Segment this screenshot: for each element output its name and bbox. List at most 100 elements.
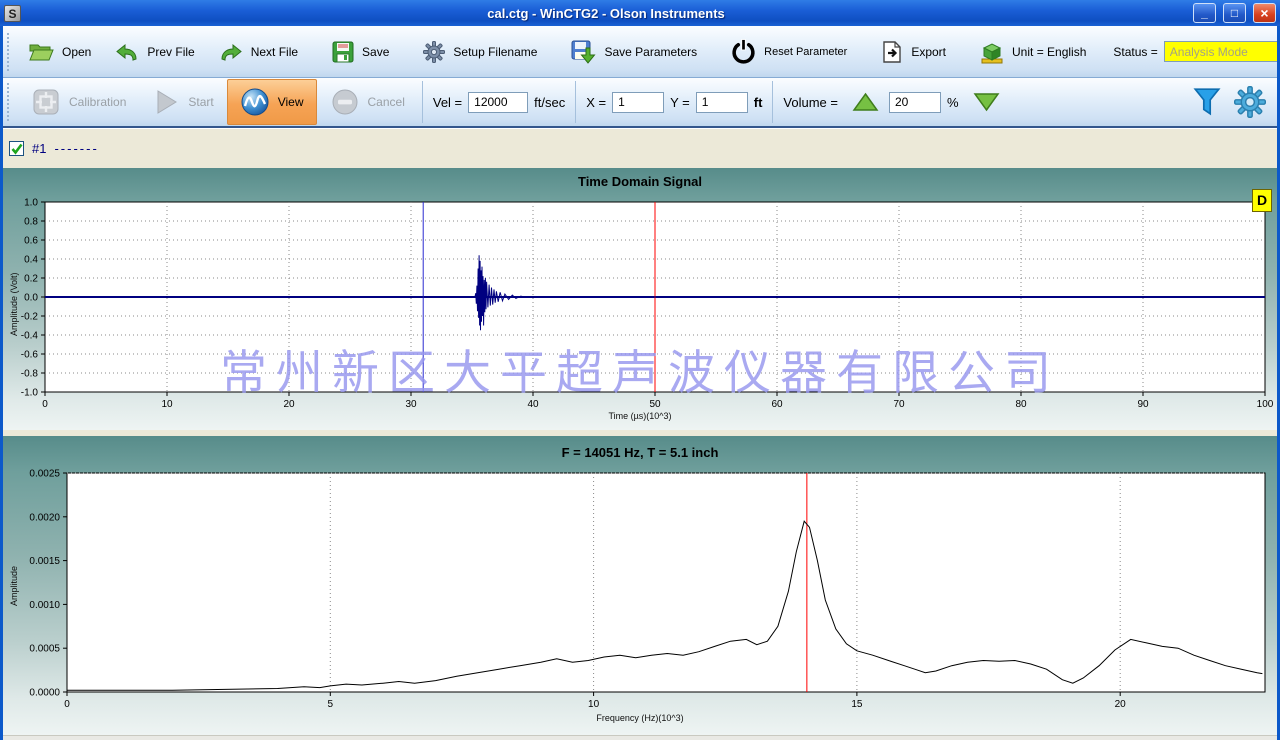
svg-text:20: 20 — [283, 399, 295, 410]
save-label: Save — [362, 45, 389, 59]
floppy-disk-icon — [332, 41, 354, 63]
save-parameters-button[interactable]: Save Parameters — [560, 36, 708, 68]
calibration-button[interactable]: Calibration — [20, 83, 137, 121]
velocity-label: Vel = — [429, 95, 466, 110]
y-label: Y = — [666, 95, 694, 110]
svg-text:70: 70 — [893, 399, 905, 410]
svg-text:0: 0 — [64, 699, 70, 710]
svg-text:0.0020: 0.0020 — [29, 512, 60, 523]
check-icon — [11, 143, 23, 155]
next-file-button[interactable]: Next File — [208, 38, 309, 66]
window-title: cal.ctg - WinCTG2 - Olson Instruments — [26, 6, 1186, 21]
bottom-strip — [0, 735, 1280, 740]
prev-file-button[interactable]: Prev File — [104, 38, 205, 66]
folder-open-icon — [28, 42, 54, 62]
time-domain-plot[interactable]: 01020304050607080901001.00.80.60.40.20.0… — [0, 168, 1280, 430]
svg-text:0.2: 0.2 — [24, 274, 38, 285]
time-domain-xlabel: Time (µs)(10^3) — [0, 411, 1280, 421]
svg-text:30: 30 — [405, 399, 417, 410]
svg-text:0.4: 0.4 — [24, 255, 38, 266]
save-parameters-label: Save Parameters — [604, 45, 697, 59]
export-label: Export — [911, 45, 946, 59]
svg-text:-0.6: -0.6 — [21, 350, 39, 361]
svg-text:-0.2: -0.2 — [21, 312, 39, 323]
curved-arrow-right-icon — [219, 42, 243, 62]
svg-text:50: 50 — [649, 399, 661, 410]
series-1-checkbox[interactable] — [9, 141, 24, 156]
y-input[interactable] — [696, 92, 748, 113]
status-field[interactable] — [1164, 41, 1280, 62]
svg-text:0.0: 0.0 — [24, 293, 38, 304]
open-button[interactable]: Open — [17, 38, 102, 66]
d-button[interactable]: D — [1252, 189, 1272, 212]
svg-text:0.0025: 0.0025 — [29, 469, 60, 480]
stop-circle-icon — [330, 87, 360, 117]
reset-parameter-button[interactable]: Reset Parameter — [720, 35, 858, 68]
svg-text:80: 80 — [1015, 399, 1027, 410]
open-label: Open — [62, 45, 91, 59]
toolbar-grip[interactable] — [7, 33, 9, 71]
velocity-input[interactable] — [468, 92, 528, 113]
svg-text:15: 15 — [851, 699, 863, 710]
svg-text:-0.8: -0.8 — [21, 369, 39, 380]
time-domain-ylabel: Amplitude (Volt) — [9, 272, 19, 336]
svg-text:60: 60 — [771, 399, 783, 410]
close-button[interactable]: × — [1253, 3, 1276, 23]
power-icon — [731, 39, 756, 64]
title-bar: S cal.ctg - WinCTG2 - Olson Instruments … — [0, 0, 1280, 26]
svg-text:100: 100 — [1257, 399, 1274, 410]
x-label: X = — [582, 95, 610, 110]
series-1-label: #1 — [32, 141, 46, 156]
svg-text:-1.0: -1.0 — [21, 388, 39, 399]
setup-filename-label: Setup Filename — [453, 45, 537, 59]
unit-button[interactable]: Unit = English — [969, 36, 1097, 68]
frequency-spectrum-xlabel: Frequency (Hz)(10^3) — [0, 713, 1280, 723]
reset-parameter-label: Reset Parameter — [764, 46, 847, 58]
view-label: View — [278, 95, 304, 109]
calibration-label: Calibration — [69, 95, 126, 109]
frequency-spectrum-ylabel: Amplitude — [9, 566, 19, 606]
svg-text:10: 10 — [588, 699, 600, 710]
svg-text:0.0010: 0.0010 — [29, 600, 60, 611]
green-down-triangle-icon[interactable] — [965, 92, 1008, 112]
start-button[interactable]: Start — [139, 83, 224, 121]
funnel-icon[interactable] — [1186, 86, 1228, 118]
volume-label: Volume = — [779, 95, 842, 110]
svg-text:-0.4: -0.4 — [21, 331, 39, 342]
time-domain-chart: Time Domain Signal 010203040506070809010… — [0, 168, 1280, 430]
main-toolbar: Open Prev File Next File Save Setup File… — [0, 26, 1280, 78]
floppy-down-arrow-icon — [571, 40, 596, 64]
frequency-spectrum-chart: F = 14051 Hz, T = 5.1 inch 051015200.000… — [0, 436, 1280, 735]
volume-input[interactable] — [889, 92, 941, 113]
waveform-icon — [240, 87, 270, 117]
svg-text:10: 10 — [161, 399, 173, 410]
view-button[interactable]: View — [227, 79, 317, 125]
settings-gear-icon[interactable] — [1230, 86, 1274, 118]
svg-text:0.0015: 0.0015 — [29, 556, 60, 567]
svg-text:20: 20 — [1115, 699, 1127, 710]
toolbar-separator — [772, 81, 773, 123]
export-button[interactable]: Export — [870, 37, 957, 67]
unit-label: Unit = English — [1012, 45, 1086, 59]
start-label: Start — [188, 95, 213, 109]
app-icon: S — [4, 5, 21, 22]
cancel-button[interactable]: Cancel — [319, 83, 416, 121]
calibration-target-icon — [31, 87, 61, 117]
x-input[interactable] — [612, 92, 664, 113]
minimize-button[interactable]: _ — [1193, 3, 1216, 23]
toolbar-separator — [575, 81, 576, 123]
velocity-unit-label: ft/sec — [530, 95, 569, 110]
save-button[interactable]: Save — [321, 37, 400, 67]
svg-text:5: 5 — [328, 699, 334, 710]
control-toolbar: Calibration Start View Cancel Vel = ft/s… — [0, 78, 1280, 128]
xy-unit-label: ft — [750, 95, 767, 110]
legend-bar: #1 ------- — [0, 128, 1280, 168]
frequency-spectrum-plot[interactable]: 051015200.00000.00050.00100.00150.00200.… — [0, 436, 1280, 735]
gear-icon — [423, 41, 445, 63]
green-up-triangle-icon[interactable] — [844, 92, 887, 112]
restore-button[interactable]: □ — [1223, 3, 1246, 23]
toolbar-grip[interactable] — [7, 83, 12, 121]
svg-text:0.0000: 0.0000 — [29, 688, 60, 699]
setup-filename-button[interactable]: Setup Filename — [412, 37, 548, 67]
app-window: S cal.ctg - WinCTG2 - Olson Instruments … — [0, 0, 1280, 740]
